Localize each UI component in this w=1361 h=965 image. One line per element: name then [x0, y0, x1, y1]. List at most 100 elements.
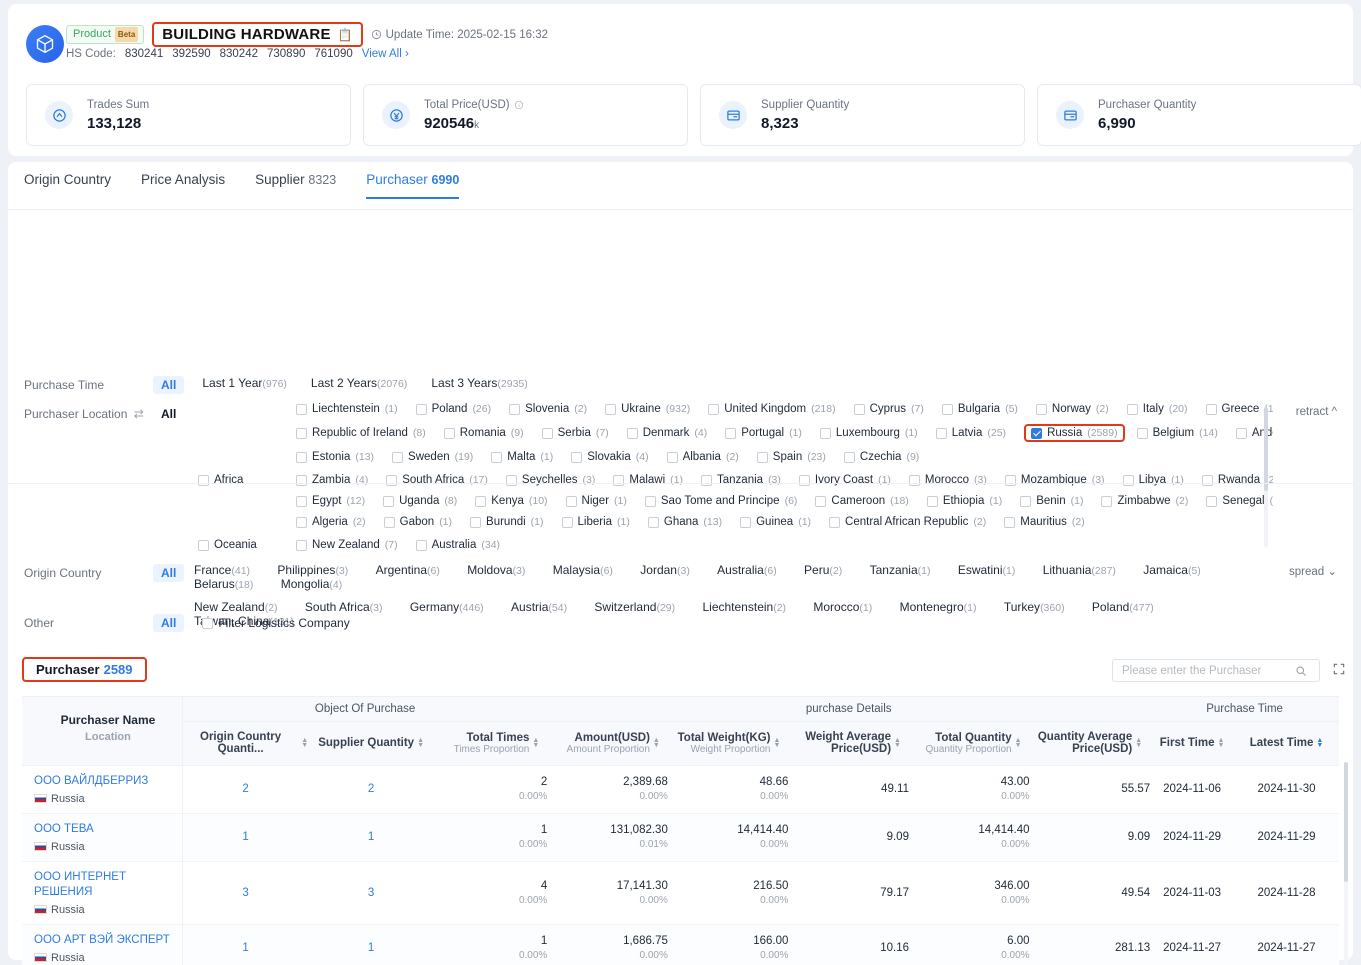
filter-logistics-company-checkbox[interactable]: Filter Logistics Company	[202, 614, 350, 632]
search-input[interactable]	[1120, 663, 1295, 678]
location-checkbox-south-africa[interactable]: South Africa (17)	[386, 474, 488, 486]
sort-icon[interactable]: ▲ ▼	[417, 737, 424, 749]
origin-country-lithuania[interactable]: Lithuania(287)	[1043, 563, 1116, 577]
location-checkbox-ivory-coast[interactable]: Ivory Coast (1)	[798, 474, 891, 486]
column-header-supplier-quantity[interactable]: Supplier Quantity ▲ ▼	[308, 721, 435, 766]
location-checkbox-sweden[interactable]: Sweden (19)	[392, 451, 473, 463]
location-checkbox-latvia[interactable]: Latvia (25)	[935, 427, 1006, 439]
sort-icon[interactable]: ▲ ▼	[1135, 737, 1142, 749]
location-checkbox-mozambique[interactable]: Mozambique (3)	[1004, 474, 1105, 486]
location-checkbox-liechtenstein[interactable]: Liechtenstein (1)	[296, 403, 398, 415]
location-checkbox-slovakia[interactable]: Slovakia (4)	[571, 451, 649, 463]
purchaser-location-panel[interactable]: Liechtenstein (1) Poland (26) Slovenia (2) …	[188, 403, 1273, 553]
location-checkbox-ukraine[interactable]: Ukraine (932)	[605, 403, 690, 415]
location-checkbox-portugal[interactable]: Portugal (1)	[725, 427, 802, 439]
location-checkbox-zimbabwe[interactable]: Zimbabwe (2)	[1101, 495, 1188, 507]
copy-icon[interactable]: 📋	[338, 28, 353, 42]
origin-country-new-zealand[interactable]: New Zealand(2)	[194, 600, 278, 614]
fullscreen-expand-icon[interactable]	[1332, 662, 1346, 679]
location-checkbox-uganda[interactable]: Uganda (8)	[383, 495, 457, 507]
purchase-time-option-last-2-years[interactable]: Last 2 Years(2076)	[311, 376, 407, 394]
location-checkbox-morocco[interactable]: Morocco (3)	[908, 474, 987, 486]
origin-country-malaysia[interactable]: Malaysia(6)	[553, 563, 613, 577]
location-checkbox-united-kingdom[interactable]: United Kingdom (218)	[708, 403, 836, 415]
sort-icon[interactable]: ▲ ▼	[1316, 737, 1323, 749]
view-all-link[interactable]: View All ›	[362, 48, 409, 60]
purchase-time-all-button[interactable]: All	[153, 376, 185, 394]
location-checkbox-central-african-republic[interactable]: Central African Republic (2)	[829, 516, 986, 528]
purchaser-name-link[interactable]: ООО ТЕВА	[22, 814, 182, 839]
location-checkbox-ethiopia[interactable]: Ethiopia (1)	[926, 495, 1002, 507]
origin-country-mongolia[interactable]: Mongolia(4)	[281, 577, 343, 591]
location-checkbox-belgium[interactable]: Belgium (14)	[1136, 427, 1218, 439]
column-header-amount-usd[interactable]: Amount(USD) Amount Proportion ▲ ▼	[547, 721, 668, 766]
origin-country-philippines[interactable]: Philippines(3)	[277, 563, 348, 577]
swap-icon[interactable]: ⇄	[134, 407, 144, 421]
origin-country-montenegro[interactable]: Montenegro(1)	[900, 600, 977, 614]
location-checkbox-estonia[interactable]: Estonia (13)	[296, 451, 374, 463]
location-checkbox-libya[interactable]: Libya (1)	[1122, 474, 1184, 486]
column-header-total-weight-kg[interactable]: Total Weight(KG) Weight Proportion ▲ ▼	[667, 721, 789, 766]
table-row[interactable]: ООО ТЕВА Russia 1 1 1 0.00% 131,082.30 0.0…	[22, 813, 1339, 862]
spread-button[interactable]: spread ⌄	[1289, 564, 1337, 578]
location-checkbox-albania[interactable]: Albania (2)	[666, 451, 739, 463]
tab-supplier[interactable]: Supplier 8323	[255, 172, 336, 199]
location-scrollbar-thumb[interactable]	[1264, 407, 1268, 491]
location-checkbox-rwanda[interactable]: Rwanda(2)	[1201, 474, 1273, 486]
location-checkbox-romania[interactable]: Romania (9)	[443, 427, 524, 439]
location-checkbox-gabon[interactable]: Gabon (1)	[383, 516, 452, 528]
product-name-box[interactable]: BUILDING HARDWARE 📋	[152, 22, 363, 47]
location-checkbox-kenya[interactable]: Kenya (10)	[475, 495, 548, 507]
purchaser-location-all-button[interactable]: All	[153, 405, 184, 423]
sort-icon[interactable]: ▲ ▼	[1015, 737, 1022, 749]
location-checkbox-algeria[interactable]: Algeria (2)	[296, 516, 366, 528]
cell-origin-country-quantity[interactable]: 1	[182, 924, 309, 965]
location-checkbox-cameroon[interactable]: Cameroon (18)	[815, 495, 909, 507]
origin-country-jamaica[interactable]: Jamaica(5)	[1143, 563, 1201, 577]
origin-country-turkey[interactable]: Turkey(360)	[1004, 600, 1065, 614]
cell-supplier-quantity[interactable]: 1	[308, 924, 435, 965]
location-checkbox-malta[interactable]: Malta (1)	[491, 451, 553, 463]
column-header-first-time[interactable]: First Time ▲ ▼	[1150, 721, 1235, 766]
location-checkbox-cyprus[interactable]: Cyprus (7)	[853, 403, 924, 415]
location-checkbox-norway[interactable]: Norway (2)	[1035, 403, 1109, 415]
sort-icon[interactable]: ▲ ▼	[773, 737, 780, 749]
origin-country-all-button[interactable]: All	[153, 564, 185, 582]
location-checkbox-africa[interactable]: Africa	[198, 474, 243, 486]
origin-country-jordan[interactable]: Jordan(3)	[640, 563, 690, 577]
location-checkbox-egypt[interactable]: Egypt (12)	[296, 495, 365, 507]
purchaser-search-box[interactable]	[1112, 659, 1320, 682]
column-header-latest-time[interactable]: Latest Time ▲ ▼	[1234, 721, 1339, 766]
table-scrollbar-thumb[interactable]	[1344, 762, 1348, 882]
location-checkbox-sao-tome-and-principe[interactable]: Sao Tome and Principe (6)	[644, 495, 797, 507]
origin-country-germany[interactable]: Germany(446)	[410, 600, 484, 614]
table-row[interactable]: ООО ИНТЕРНЕТ РЕШЕНИЯ Russia 3 3 4 0.00% 1…	[22, 861, 1339, 925]
origin-country-moldova[interactable]: Moldova(3)	[467, 563, 525, 577]
cell-origin-country-quantity[interactable]: 2	[182, 765, 309, 814]
location-checkbox-slovenia[interactable]: Slovenia (2)	[509, 403, 587, 415]
origin-country-argentina[interactable]: Argentina(6)	[376, 563, 440, 577]
location-checkbox-luxembourg[interactable]: Luxembourg (1)	[819, 427, 918, 439]
location-checkbox-australia[interactable]: Australia (34)	[415, 539, 500, 551]
sort-icon[interactable]: ▲ ▼	[1218, 737, 1225, 749]
location-checkbox-oceania[interactable]: Oceania	[198, 539, 257, 551]
location-checkbox-new-zealand[interactable]: New Zealand (7)	[296, 539, 398, 551]
column-header-weight-average-price-usd[interactable]: Weight Average Price(USD) ▲ ▼	[788, 721, 909, 766]
purchaser-name-link[interactable]: ООО ИНТЕРНЕТ РЕШЕНИЯ	[22, 862, 182, 902]
cell-supplier-quantity[interactable]: 3	[308, 861, 435, 925]
location-checkbox-czechia[interactable]: Czechia (9)	[843, 451, 919, 463]
cell-supplier-quantity[interactable]: 1	[308, 813, 435, 862]
location-checkbox-ghana[interactable]: Ghana (13)	[647, 516, 722, 528]
location-checkbox-malawi[interactable]: Malawi (1)	[613, 474, 683, 486]
location-checkbox-benin[interactable]: Benin (1)	[1020, 495, 1083, 507]
location-checkbox-seychelles[interactable]: Seychelles (3)	[505, 474, 595, 486]
sort-icon[interactable]: ▲ ▼	[532, 737, 539, 749]
purchase-time-option-last-1-year[interactable]: Last 1 Year(976)	[202, 376, 287, 394]
cell-supplier-quantity[interactable]: 2	[308, 765, 435, 814]
location-checkbox-russia[interactable]: Russia (2589)	[1024, 424, 1125, 442]
location-checkbox-liberia[interactable]: Liberia (1)	[561, 516, 630, 528]
origin-country-poland[interactable]: Poland(477)	[1092, 600, 1154, 614]
table-row[interactable]: ООО ВАЙЛДБЕРРИЗ Russia 2 2 2 0.00% 2,389.…	[22, 765, 1339, 814]
table-row[interactable]: ООО АРТ ВЭЙ ЭКСПЕРТ Russia 1 1 1 0.00% 1,…	[22, 924, 1339, 965]
location-checkbox-guinea[interactable]: Guinea (1)	[740, 516, 811, 528]
